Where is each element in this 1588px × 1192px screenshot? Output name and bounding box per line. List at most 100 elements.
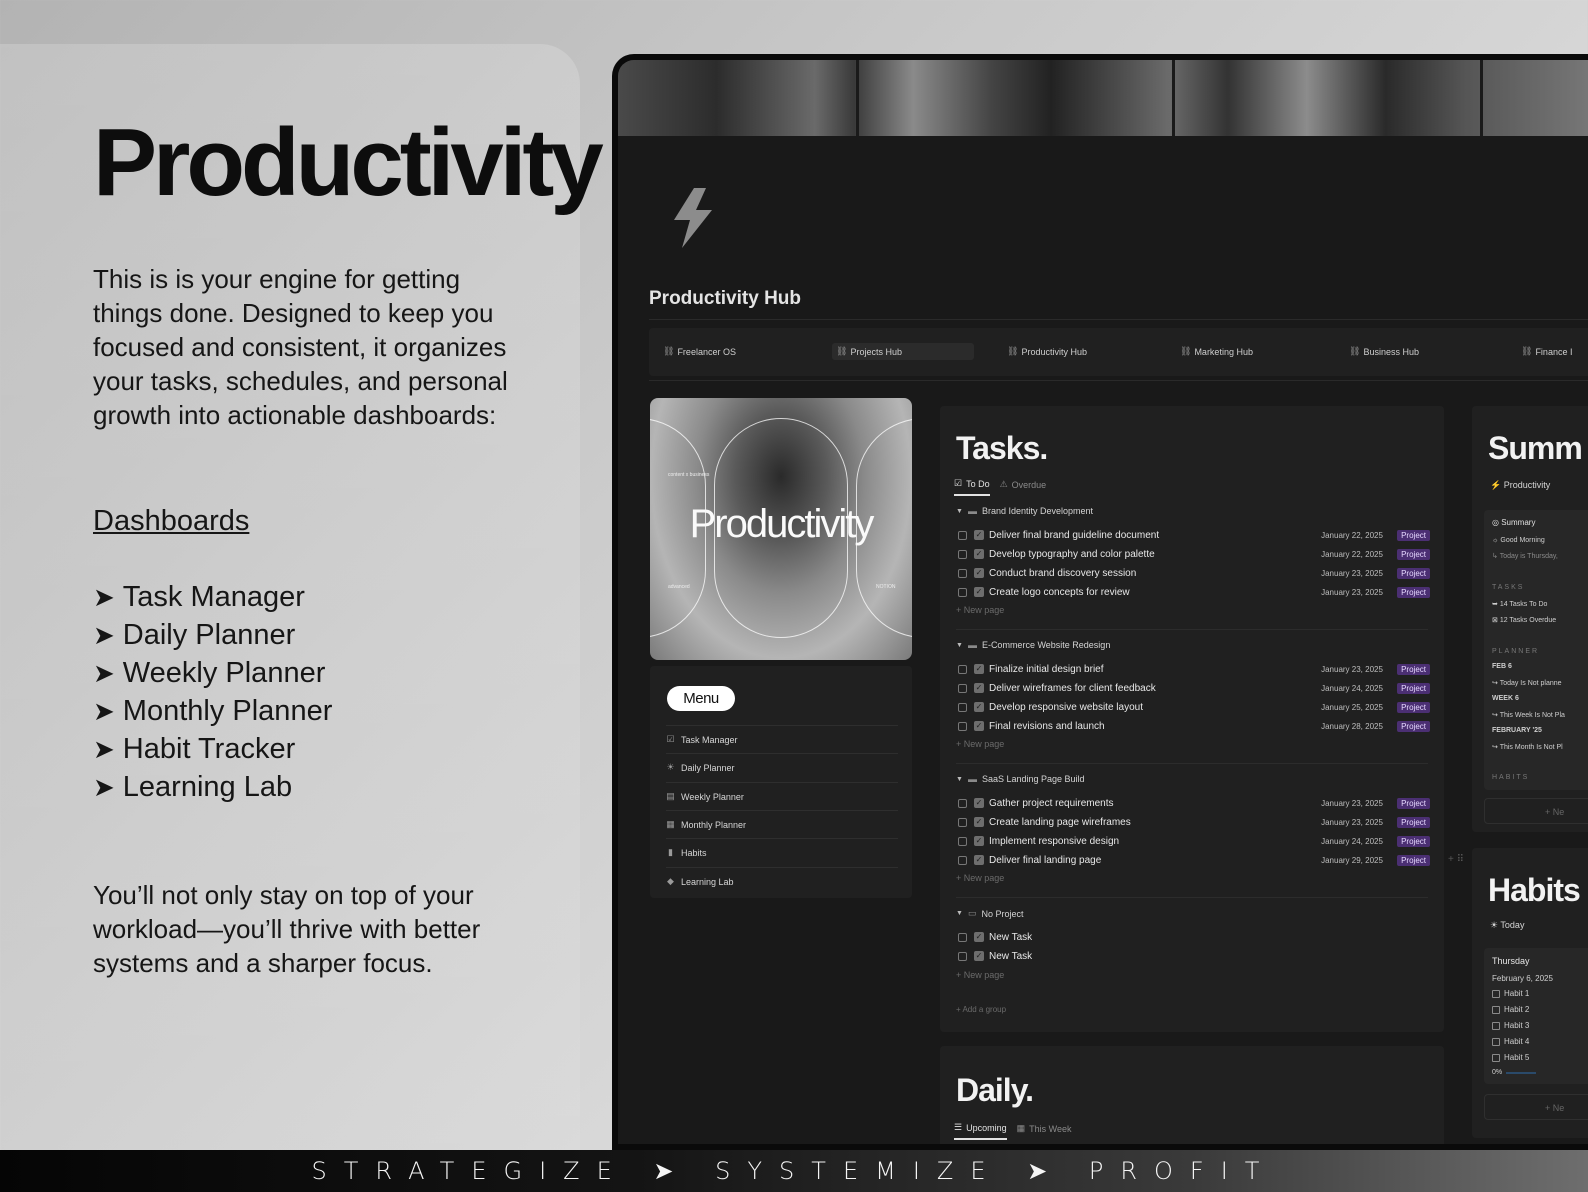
task-checkbox[interactable]: [958, 798, 967, 808]
task-row[interactable]: ✓ Implement responsive design January 24, …: [958, 832, 1430, 850]
menu-item-learning-lab[interactable]: ◆ Learning Lab: [666, 867, 898, 895]
new-page-button[interactable]: + New page: [956, 739, 1004, 749]
link-icon: ⛓: [1521, 346, 1533, 356]
habits-section-label: HABITS: [1492, 774, 1530, 781]
task-checkbox[interactable]: [958, 702, 967, 712]
task-row[interactable]: ✓ New Task: [958, 928, 1430, 946]
arrow-icon: ➤: [93, 658, 115, 688]
task-row[interactable]: ✓ Create landing page wireframes January 2…: [958, 813, 1430, 831]
dashboard-item: ➤ Task Manager: [93, 580, 332, 618]
summary-subtitle-label: Productivity: [1503, 480, 1551, 490]
new-page-button[interactable]: + New page: [956, 605, 1004, 615]
tab-this-week[interactable]: ▦ This Week: [1017, 1122, 1072, 1140]
tab-to-do[interactable]: ☑ To Do: [954, 478, 990, 496]
task-icon: ✓: [974, 951, 984, 961]
nav-item-marketing-hub[interactable]: ⛓ Marketing Hub: [1176, 343, 1257, 360]
habit-checkbox[interactable]: [1492, 1021, 1500, 1030]
nav-item-business-hub[interactable]: ⛓ Business Hub: [1345, 343, 1423, 360]
group-header[interactable]: ▼ ▭ No Project: [956, 908, 1023, 919]
nav-item-productivity-hub[interactable]: ⛓ Productivity Hub: [1003, 343, 1091, 360]
task-row[interactable]: ✓ Deliver final brand guideline document J…: [958, 526, 1430, 544]
task-icon: ✓: [974, 817, 984, 827]
planner-date: FEB 6: [1492, 663, 1512, 670]
add-group-button[interactable]: + Add a group: [956, 1005, 1006, 1014]
task-checkbox[interactable]: [958, 721, 967, 731]
habit-label: Habit 3: [1504, 1021, 1530, 1030]
habit-row[interactable]: Habit 3: [1492, 1021, 1529, 1030]
tab-label: Overdue: [1011, 479, 1047, 490]
task-checkbox[interactable]: [958, 951, 967, 961]
project-badge: Project: [1397, 586, 1430, 598]
footer-banner: STRATEGIZE ➤ SYSTEMIZE ➤ PROFIT: [0, 1150, 1588, 1192]
drag-handle-icon[interactable]: + ⠿: [1448, 854, 1464, 865]
sun-icon: ☀: [1490, 920, 1499, 930]
divider: [649, 380, 1588, 381]
task-date: January 29, 2025: [1321, 855, 1383, 865]
divider: [649, 319, 1588, 320]
task-row[interactable]: ✓ Deliver wireframes for client feedback J…: [958, 679, 1430, 697]
task-checkbox[interactable]: [958, 587, 967, 597]
sun-icon: ☼: [1492, 537, 1499, 544]
nav-label: Marketing Hub: [1194, 346, 1253, 357]
task-row[interactable]: ✓ Final revisions and launch January 28, 2…: [958, 717, 1430, 735]
new-button[interactable]: + Ne: [1484, 798, 1588, 824]
project-badge: Project: [1397, 797, 1430, 809]
task-row[interactable]: ✓ Finalize initial design brief January 23…: [958, 660, 1430, 678]
task-row[interactable]: ✓ Develop typography and color palette Jan…: [958, 545, 1430, 563]
task-checkbox[interactable]: [958, 568, 967, 578]
habit-checkbox[interactable]: [1492, 1053, 1500, 1062]
habit-row[interactable]: Habit 4: [1492, 1037, 1529, 1046]
caret-down-icon: ▼: [956, 641, 963, 649]
nav-item-freelancer-os[interactable]: ⛓ Freelancer OS: [659, 343, 740, 360]
task-checkbox[interactable]: [958, 932, 967, 942]
task-row[interactable]: ✓ Create logo concepts for review January …: [958, 583, 1430, 601]
habit-checkbox[interactable]: [1492, 1037, 1500, 1046]
menu-item-daily-planner[interactable]: ☀ Daily Planner: [666, 753, 898, 781]
summary-heading-label: Summary: [1501, 518, 1536, 527]
habit-row[interactable]: Habit 1: [1492, 989, 1529, 998]
new-button[interactable]: + Ne: [1484, 1094, 1588, 1120]
group-header[interactable]: ▼ ▬ E-Commerce Website Redesign: [956, 640, 1110, 650]
task-checkbox[interactable]: [958, 683, 967, 693]
new-page-button[interactable]: + New page: [956, 873, 1004, 883]
new-page-button[interactable]: + New page: [956, 970, 1004, 980]
menu-item-habits[interactable]: ▮ Habits: [666, 838, 898, 866]
task-row[interactable]: ✓ Gather project requirements January 23, …: [958, 794, 1430, 812]
group-header[interactable]: ▼ ▬ Brand Identity Development: [956, 506, 1093, 516]
task-icon: ✓: [974, 549, 984, 559]
nav-item-finance[interactable]: ⛓ Finance I: [1517, 343, 1576, 360]
task-name: Deliver wireframes for client feedback: [989, 682, 1156, 694]
tab-upcoming[interactable]: ☰ Upcoming: [954, 1122, 1007, 1140]
menu-item-weekly-planner[interactable]: ▤ Weekly Planner: [666, 782, 898, 810]
group-separator: [956, 763, 1428, 764]
habits-subtitle-label: Today: [1500, 920, 1525, 930]
habit-checkbox[interactable]: [1492, 1005, 1500, 1014]
task-checkbox[interactable]: [958, 530, 967, 540]
caret-down-icon: ▼: [956, 775, 963, 783]
menu-item-task-manager[interactable]: ☑ Task Manager: [666, 725, 898, 753]
habit-row[interactable]: Habit 5: [1492, 1053, 1529, 1062]
habit-checkbox[interactable]: [1492, 989, 1500, 998]
dashboard-label: Weekly Planner: [122, 657, 326, 689]
task-checkbox[interactable]: [958, 836, 967, 846]
task-row[interactable]: ✓ Develop responsive website layout Januar…: [958, 698, 1430, 716]
habit-progress: 0%: [1492, 1069, 1537, 1076]
task-row[interactable]: ✓ Deliver final landing page January 29, 2…: [958, 851, 1430, 869]
habit-progress-label: 0%: [1492, 1069, 1503, 1076]
group-header[interactable]: ▼ ▬ SaaS Landing Page Build: [956, 774, 1085, 784]
project-badge: Project: [1397, 548, 1430, 560]
task-checkbox[interactable]: [958, 549, 967, 559]
task-row[interactable]: ✓ New Task: [958, 947, 1430, 965]
nav-label: Business Hub: [1363, 346, 1419, 357]
menu-item-monthly-planner[interactable]: ▦ Monthly Planner: [666, 810, 898, 838]
dashboard-item: ➤ Learning Lab: [93, 770, 332, 808]
project-badge: Project: [1397, 663, 1430, 675]
nav-item-projects-hub[interactable]: ⛓ Projects Hub: [832, 343, 974, 360]
task-checkbox[interactable]: [958, 855, 967, 865]
task-checkbox[interactable]: [958, 664, 967, 674]
tab-overdue[interactable]: ⚠ Overdue: [1000, 478, 1047, 496]
habit-row[interactable]: Habit 2: [1492, 1005, 1529, 1014]
task-checkbox[interactable]: [958, 817, 967, 827]
task-row[interactable]: ✓ Conduct brand discovery session January …: [958, 564, 1430, 582]
calendar-icon: ▦: [1016, 1123, 1026, 1133]
